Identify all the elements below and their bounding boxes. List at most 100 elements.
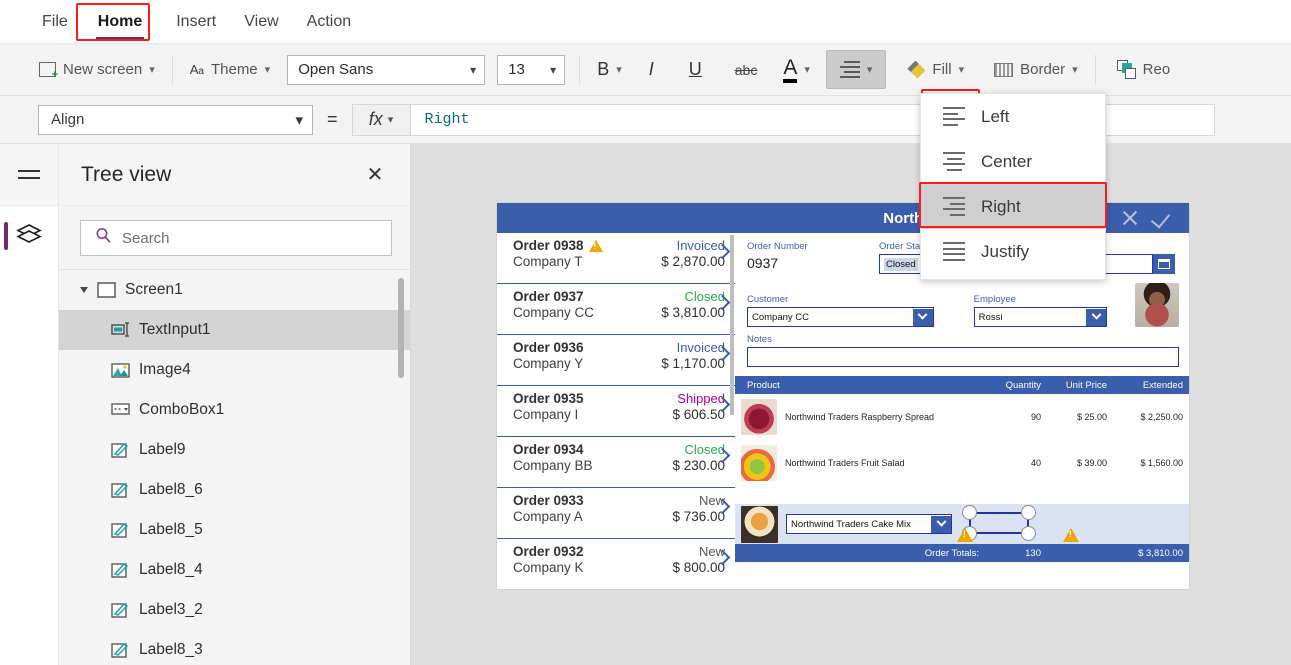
fill-icon xyxy=(907,60,926,79)
tree-node-label3-2[interactable]: Label3_2 xyxy=(59,590,410,630)
font-color-button[interactable]: A ▾ xyxy=(773,51,820,89)
text-align-button[interactable]: ▾ xyxy=(825,50,887,89)
align-right-icon xyxy=(839,58,860,81)
chevron-down-icon[interactable] xyxy=(912,308,933,326)
tree-node-label: Label8_5 xyxy=(139,521,203,538)
chevron-down-icon[interactable] xyxy=(931,515,951,533)
gallery-item[interactable]: Order 0938 Invoiced Company T $ 2,870.00 xyxy=(497,233,735,284)
tree-node-combobox1[interactable]: ComboBox1 xyxy=(59,390,410,430)
field-value: 0937 xyxy=(747,255,779,271)
search-input[interactable]: Search xyxy=(80,220,392,256)
tree-node-textinput1[interactable]: TextInput1 xyxy=(59,310,410,350)
tree-node-screen1[interactable]: Screen1 xyxy=(59,270,410,310)
warning-icon[interactable] xyxy=(957,528,973,542)
menu-option-right[interactable]: Right xyxy=(921,184,1105,229)
field-value: Closed xyxy=(884,257,918,271)
rail-header xyxy=(0,144,58,206)
fruit-salad-image xyxy=(741,445,777,481)
tree-node-label: Label8_6 xyxy=(139,481,203,498)
menu-item-action[interactable]: Action xyxy=(293,7,365,37)
resize-handle[interactable] xyxy=(962,505,977,520)
product-cell: Northwind Traders Fruit Salad xyxy=(741,445,979,481)
selection-handles[interactable] xyxy=(962,504,1036,542)
customer-dropdown[interactable]: Company CC xyxy=(747,307,934,327)
warning-icon[interactable] xyxy=(1063,528,1079,542)
tree-node-image4[interactable]: Image4 xyxy=(59,350,410,390)
hamburger-menu-icon[interactable] xyxy=(18,165,40,183)
new-product-row[interactable]: Northwind Traders Cake Mix xyxy=(735,504,1189,544)
chevron-down-icon: ▾ xyxy=(550,62,557,77)
employee-dropdown[interactable]: Rossi xyxy=(973,307,1107,327)
order-number-label: Order 0932 xyxy=(513,544,584,559)
underline-button[interactable]: U xyxy=(672,53,719,86)
menu-item-home[interactable]: Home xyxy=(84,7,156,40)
gallery-item[interactable]: Order 0936 Invoiced Company Y $ 1,170.00 xyxy=(497,335,735,386)
calendar-icon[interactable] xyxy=(1153,254,1175,274)
font-size-select[interactable]: 13 ▾ xyxy=(497,54,566,85)
order-number-label: Order 0936 xyxy=(513,340,584,355)
fx-button[interactable]: fx ▾ xyxy=(351,103,410,136)
chevron-down-icon: ▾ xyxy=(1072,64,1078,76)
order-title: Order 0938 xyxy=(513,238,603,253)
new-screen-button[interactable]: + New screen ▾ xyxy=(30,55,164,84)
order-amount: $ 606.50 xyxy=(672,407,725,422)
label-icon xyxy=(111,442,130,458)
gallery-item[interactable]: Order 0935 Shipped Company I $ 606.50 xyxy=(497,386,735,437)
selection-rect xyxy=(969,512,1029,534)
menu-item-file[interactable]: File xyxy=(28,7,82,37)
field-label: Notes xyxy=(747,334,772,345)
field-label: Employee xyxy=(973,294,1016,305)
tree-node-label9[interactable]: Label9 xyxy=(59,430,410,470)
font-family-select[interactable]: Open Sans ▾ xyxy=(287,54,486,85)
tree-node-label: ComboBox1 xyxy=(139,401,225,418)
border-button[interactable]: Border ▾ xyxy=(985,55,1087,84)
tree-node-label8-5[interactable]: Label8_5 xyxy=(59,510,410,550)
menu-item-insert[interactable]: Insert xyxy=(162,7,230,37)
bold-button[interactable]: B ▾ xyxy=(588,53,631,86)
resize-handle[interactable] xyxy=(1021,505,1036,520)
close-icon[interactable]: ✕ xyxy=(362,162,388,188)
chevron-expand-icon[interactable] xyxy=(80,287,88,293)
menu-option-center[interactable]: Center xyxy=(921,139,1105,184)
menu-option-justify[interactable]: Justify xyxy=(921,229,1105,274)
extended-cell: $ 2,250.00 xyxy=(1140,412,1183,422)
gallery-item[interactable]: Order 0932 New Company K $ 800.00 xyxy=(497,539,735,589)
column-header-product: Product xyxy=(747,379,780,391)
theme-button[interactable]: Aa Theme ▾ xyxy=(181,55,279,84)
chevron-down-icon: ▾ xyxy=(866,64,873,76)
gallery-item[interactable]: Order 0934 Closed Company BB $ 230.00 xyxy=(497,437,735,488)
gallery-item[interactable]: Order 0937 Closed Company CC $ 3,810.00 xyxy=(497,284,735,335)
tree-scrollbar[interactable] xyxy=(398,278,404,378)
table-row[interactable]: Northwind Traders Raspberry Spread 90 $ … xyxy=(735,394,1189,440)
font-size-value: 13 xyxy=(508,61,525,78)
confirm-icon[interactable] xyxy=(1151,207,1173,229)
menu-option-label: Center xyxy=(981,151,1033,171)
gallery-header-bar xyxy=(497,203,735,233)
property-select[interactable]: Align ▾ xyxy=(38,104,313,135)
order-title: Order 0934 xyxy=(513,442,584,457)
gallery-item[interactable]: Order 0933 New Company A $ 736.00 xyxy=(497,488,735,539)
notes-input[interactable] xyxy=(747,347,1179,367)
cancel-icon[interactable] xyxy=(1119,207,1141,229)
strikethrough-button[interactable]: abc xyxy=(719,56,774,84)
italic-button[interactable]: I xyxy=(631,53,672,86)
unit-price-cell: $ 39.00 xyxy=(1076,458,1107,468)
menu-item-view[interactable]: View xyxy=(230,7,292,37)
field-value: Company CC xyxy=(752,311,810,323)
reorder-button[interactable]: Reo xyxy=(1108,54,1180,85)
chevron-down-icon[interactable] xyxy=(1086,308,1106,326)
menu-option-left[interactable]: Left xyxy=(921,94,1105,139)
table-row[interactable]: Northwind Traders Fruit Salad 40 $ 39.00… xyxy=(735,440,1189,486)
screen-icon xyxy=(97,282,116,298)
menu-item-insert-label: Insert xyxy=(176,12,217,30)
new-product-dropdown[interactable]: Northwind Traders Cake Mix xyxy=(786,514,952,534)
tree-node-label8-3[interactable]: Label8_3 xyxy=(59,630,410,663)
field-value: Northwind Traders Cake Mix xyxy=(791,518,911,530)
gallery-scrollbar[interactable] xyxy=(730,235,734,415)
rail-item-tree-view[interactable] xyxy=(0,206,58,266)
resize-handle[interactable] xyxy=(1021,526,1036,541)
order-number-label: Order 0937 xyxy=(513,289,584,304)
fill-button[interactable]: Fill ▾ xyxy=(898,55,973,85)
tree-node-label8-6[interactable]: Label8_6 xyxy=(59,470,410,510)
tree-node-label8-4[interactable]: Label8_4 xyxy=(59,550,410,590)
